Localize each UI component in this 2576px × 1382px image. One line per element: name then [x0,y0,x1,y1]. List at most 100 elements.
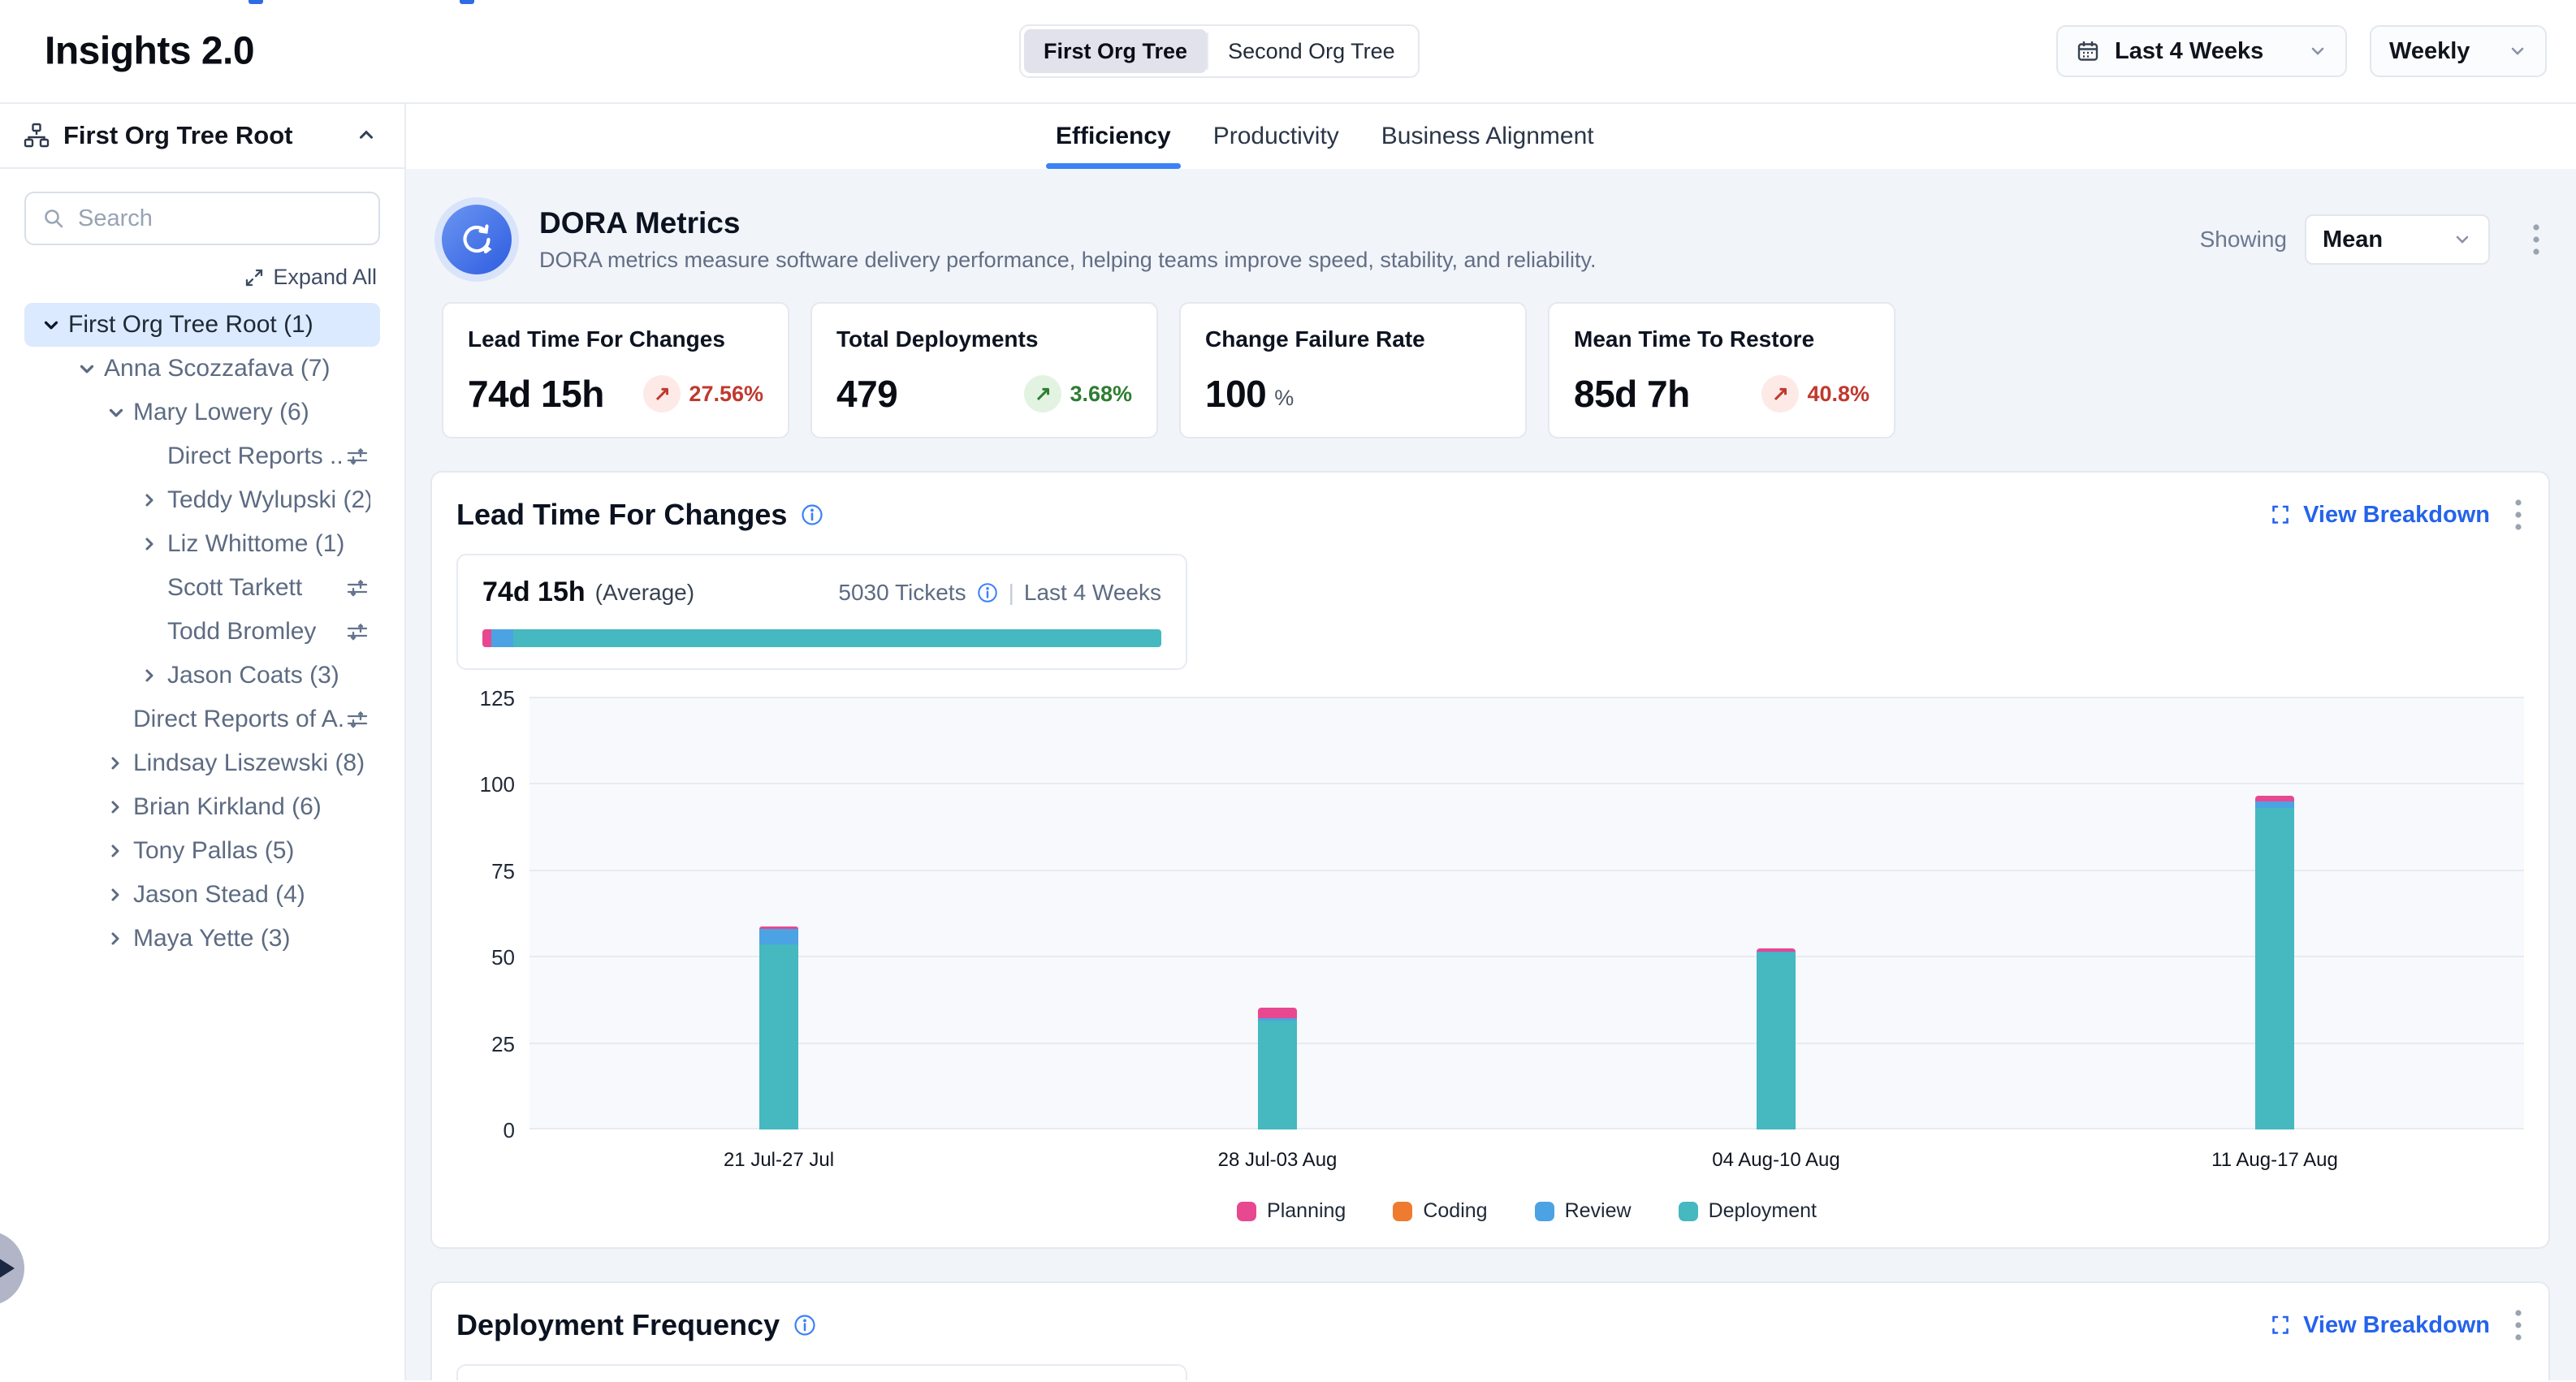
stat-card-value-row: 74d 15h↗27.56% [468,372,763,416]
chevron-right-icon[interactable] [106,797,133,817]
chevron-right-icon[interactable] [106,841,133,861]
tree-item-first-org-tree-root-1[interactable]: First Org Tree Root (1) [24,303,380,347]
tree-item-label: Scott Tarkett [167,574,302,602]
trend-up-arrow-icon: ↗ [643,375,681,412]
chart-y-axis: 0255075100125 [456,697,529,1129]
y-axis-tick-label: 100 [480,772,515,797]
chart-bar-28-jul-03-aug[interactable] [1258,1008,1297,1129]
app-window: Insights 2.0 First Org TreeSecond Org Tr… [0,0,2576,1382]
expand-all-button[interactable]: Expand All [24,265,377,290]
chevron-right-icon[interactable] [140,534,167,554]
tree-item-direct-reports-of-a[interactable]: Direct Reports of A... [24,697,380,741]
stat-card-title: Total Deployments [836,326,1132,352]
chevron-down-icon[interactable] [41,314,68,335]
chart-bar-21-jul-27-jul[interactable] [759,926,798,1129]
stat-card-delta-value: 40.8% [1807,382,1869,407]
chart-x-axis: 21 Jul-27 Jul28 Jul-03 Aug04 Aug-10 Aug1… [529,1149,2524,1177]
deployment-frequency-kebab-menu-icon[interactable] [2513,1307,2524,1343]
search-input[interactable] [78,205,384,232]
phase-distribution-bar [482,629,1161,647]
summary-tickets: 5030 Tickets [838,580,966,606]
chart-bar-04-aug-10-aug[interactable] [1757,948,1796,1129]
tab-productivity[interactable]: Productivity [1213,104,1339,169]
stat-card-value: 74d 15h [468,372,604,416]
date-range-select[interactable]: Last 4 Weeks [2056,25,2347,77]
dora-metrics-header: DORA Metrics DORA metrics measure softwa… [442,205,2542,274]
expand-corners-icon [2269,503,2292,526]
chevron-down-icon[interactable] [76,358,104,379]
chevron-down-icon[interactable] [106,402,133,423]
stat-card-delta-value: 3.68% [1070,382,1132,407]
y-axis-tick-label: 125 [480,686,515,711]
stat-card-total-deployments: Total Deployments479↗3.68% [810,302,1158,438]
tree-item-label: Direct Reports of A... [133,706,344,733]
chart-gridline [529,956,2524,957]
top-bar: Insights 2.0 First Org TreeSecond Org Tr… [0,0,2576,104]
chevron-right-icon[interactable] [140,490,167,510]
org-tree: First Org Tree Root (1)Anna Scozzafava (… [24,303,380,961]
info-icon[interactable] [800,503,824,527]
bar-segment-review [759,929,798,944]
org-tree-toggle-first-org-tree[interactable]: First Org Tree [1024,29,1207,73]
tree-item-liz-whittome-1[interactable]: Liz Whittome (1) [24,522,380,566]
tree-item-jason-coats-3[interactable]: Jason Coats (3) [24,654,380,697]
tree-item-brian-kirkland-6[interactable]: Brian Kirkland (6) [24,785,380,829]
y-axis-tick-label: 25 [491,1032,515,1057]
bar-segment-deployment [759,944,798,1129]
tree-item-jason-stead-4[interactable]: Jason Stead (4) [24,873,380,917]
main-area: Efficiency Productivity Business Alignment… [406,104,2576,1380]
granularity-select[interactable]: Weekly [2370,25,2547,77]
filter-sliders-icon[interactable] [344,575,370,601]
legend-item-review: Review [1535,1199,1632,1223]
legend-label: Coding [1423,1199,1487,1223]
trend-up-arrow-icon: ↗ [1024,375,1061,412]
summary-separator: | [1009,580,1014,606]
tree-item-scott-tarkett[interactable]: Scott Tarkett [24,566,380,610]
lead-time-view-breakdown-button[interactable]: View Breakdown [2269,502,2490,529]
top-edge-artifact [460,0,474,4]
tab-label: Business Alignment [1381,123,1594,150]
filter-sliders-icon[interactable] [344,619,370,645]
tree-item-anna-scozzafava-7[interactable]: Anna Scozzafava (7) [24,347,380,391]
org-tree-toggle-second-org-tree[interactable]: Second Org Tree [1208,29,1415,73]
info-icon[interactable] [976,581,999,604]
search-box[interactable] [24,192,380,245]
chevron-right-icon[interactable] [106,754,133,773]
stat-card-value-row: 100% [1205,372,1501,416]
chart-gridline [529,1043,2524,1044]
date-range-value: Last 4 Weeks [2115,38,2293,65]
info-icon[interactable] [793,1313,817,1337]
tree-item-mary-lowery-6[interactable]: Mary Lowery (6) [24,391,380,434]
chevron-right-icon[interactable] [106,929,133,948]
filter-sliders-icon[interactable] [344,706,370,732]
granularity-value: Weekly [2389,38,2493,65]
deployment-frequency-view-breakdown-button[interactable]: View Breakdown [2269,1312,2490,1339]
tab-business-alignment[interactable]: Business Alignment [1381,104,1594,169]
stat-card-lead-time-for-changes: Lead Time For Changes74d 15h↗27.56% [442,302,789,438]
chevron-down-icon [2508,41,2527,61]
chart-bar-11-aug-17-aug[interactable] [2255,796,2294,1129]
lead-time-kebab-menu-icon[interactable] [2513,497,2524,533]
tree-item-tony-pallas-5[interactable]: Tony Pallas (5) [24,829,380,873]
dora-kebab-menu-icon[interactable] [2531,222,2542,257]
collapse-chevron-up-icon[interactable] [356,125,377,146]
expand-all-label: Expand All [273,265,377,290]
stat-card-delta-badge: ↗40.8% [1761,375,1869,412]
tree-item-lindsay-liszewski-8[interactable]: Lindsay Liszewski (8) [24,741,380,785]
sidebar-header[interactable]: First Org Tree Root [0,104,404,169]
tree-item-label: Tony Pallas (5) [133,837,294,865]
dora-title: DORA Metrics [539,206,1597,240]
tree-item-teddy-wylupski-2[interactable]: Teddy Wylupski (2) [24,478,380,522]
tree-item-direct-reports[interactable]: Direct Reports ... [24,434,380,478]
tree-item-label: Jason Coats (3) [167,662,339,689]
chevron-right-icon[interactable] [106,885,133,905]
phase-segment-planning [482,629,491,647]
tree-item-todd-bromley[interactable]: Todd Bromley [24,610,380,654]
filter-sliders-icon[interactable] [344,443,370,469]
tab-efficiency[interactable]: Efficiency [1056,104,1171,169]
aggregation-select[interactable]: Mean [2305,214,2490,265]
tree-item-maya-yette-3[interactable]: Maya Yette (3) [24,917,380,961]
deployment-frequency-summary-card [456,1364,1187,1380]
chevron-right-icon[interactable] [140,666,167,685]
chart-gridline [529,870,2524,871]
